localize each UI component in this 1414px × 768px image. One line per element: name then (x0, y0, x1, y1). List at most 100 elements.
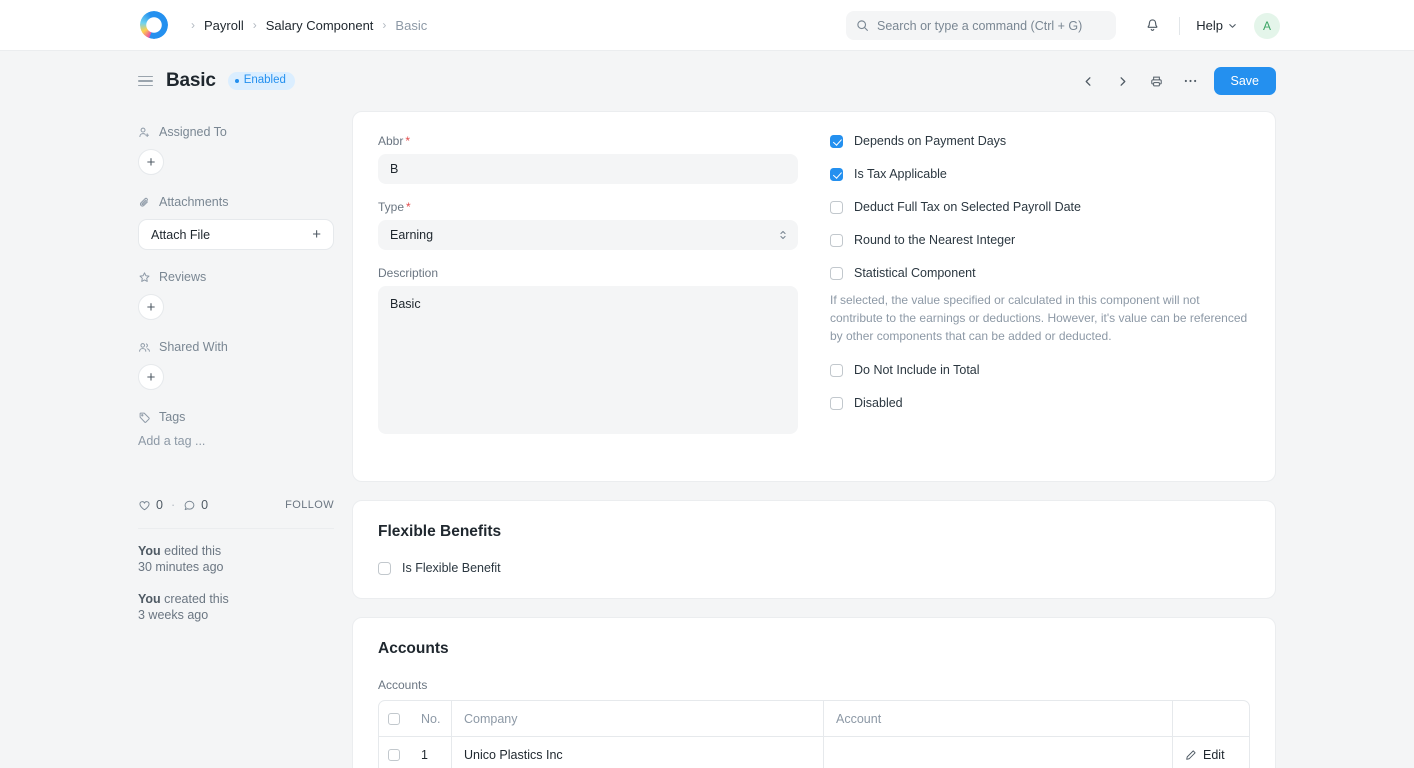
checkbox-input[interactable] (830, 135, 843, 148)
page-body: Assigned To + Attachments Attach File + (0, 111, 1414, 768)
row-select-cell[interactable] (379, 737, 409, 768)
breadcrumb-item-basic: Basic (395, 18, 427, 33)
breadcrumb-separator: › (382, 18, 386, 32)
checkbox-input[interactable] (830, 397, 843, 410)
tags-heading: Tags (138, 410, 334, 424)
details-card: Abbr* Type* (352, 111, 1276, 482)
attachments-label: Attachments (159, 195, 228, 209)
page-header: Basic Enabled (0, 51, 1414, 111)
plus-icon: + (312, 226, 321, 243)
checkbox-deduct-full-tax-on-selected-payroll-date[interactable]: Deduct Full Tax on Selected Payroll Date (830, 200, 1250, 215)
description-field: Description Basic (378, 266, 798, 439)
type-label-text: Type (378, 200, 404, 214)
notifications-button[interactable] (1137, 11, 1167, 41)
shared-with-label: Shared With (159, 340, 228, 354)
description-label: Description (378, 266, 798, 280)
cell-account[interactable] (823, 737, 1172, 768)
checkbox-round-to-the-nearest-integer[interactable]: Round to the Nearest Integer (830, 233, 1250, 248)
cell-company[interactable]: Unico Plastics Inc (451, 737, 823, 768)
column-header-account: Account (823, 701, 1172, 736)
add-review-button[interactable]: + (138, 294, 164, 320)
comment-count: 0 (201, 498, 208, 512)
search-bar[interactable] (846, 11, 1116, 40)
add-tag-input[interactable]: Add a tag ... (138, 434, 334, 448)
checkbox-input[interactable] (830, 267, 843, 280)
breadcrumb-separator: › (253, 18, 257, 32)
chevron-down-icon (1228, 21, 1237, 30)
activity-action: created this (161, 592, 229, 606)
navbar-right-actions: Help A (1137, 0, 1280, 51)
abbr-input[interactable] (378, 154, 798, 184)
checkbox-input[interactable] (830, 364, 843, 377)
checkbox-input[interactable] (830, 168, 843, 181)
select-all-cell[interactable] (379, 701, 409, 736)
pencil-icon (1185, 749, 1197, 761)
checkbox-is-tax-applicable[interactable]: Is Tax Applicable (830, 167, 1250, 182)
next-document-button[interactable] (1109, 67, 1137, 95)
app-logo[interactable] (140, 11, 168, 39)
type-select[interactable] (378, 220, 798, 250)
heart-icon (138, 499, 151, 512)
tags-label: Tags (159, 410, 185, 424)
details-right-column: Depends on Payment Days Is Tax Applicabl… (830, 134, 1250, 455)
row-checkbox[interactable] (388, 749, 400, 761)
edit-row-button[interactable]: Edit (1172, 737, 1249, 768)
users-icon (138, 341, 151, 354)
checkbox-do-not-include-in-total[interactable]: Do Not Include in Total (830, 363, 1250, 378)
sidebar-divider (138, 528, 334, 529)
attach-file-label: Attach File (151, 228, 210, 242)
checkbox-is-flexible-benefit[interactable]: Is Flexible Benefit (378, 561, 1250, 576)
add-share-button[interactable]: + (138, 364, 164, 390)
follow-button[interactable]: FOLLOW (285, 499, 334, 511)
breadcrumb-item-salary-component[interactable]: Salary Component (266, 18, 374, 33)
activity-time: 30 minutes ago (138, 560, 223, 574)
accounts-card: Accounts Accounts No. Company Account (352, 617, 1276, 768)
reviews-heading: Reviews (138, 270, 334, 284)
help-menu-button[interactable]: Help (1192, 14, 1241, 37)
shared-with-section: Shared With + (138, 340, 334, 390)
checkbox-label: Depends on Payment Days (854, 134, 1006, 149)
like-button[interactable]: 0 (138, 498, 163, 512)
checkbox-statistical-component[interactable]: Statistical Component (830, 266, 1250, 281)
print-button[interactable] (1143, 67, 1171, 95)
chevron-right-icon (1117, 76, 1128, 87)
attach-file-button[interactable]: Attach File + (138, 219, 334, 250)
add-assignment-button[interactable]: + (138, 149, 164, 175)
paperclip-icon (138, 196, 151, 209)
required-marker: * (405, 134, 410, 148)
previous-document-button[interactable] (1075, 67, 1103, 95)
accounts-grid: No. Company Account 1 Unico Plastics Inc (378, 700, 1250, 768)
select-all-checkbox[interactable] (388, 713, 400, 725)
page-title: Basic (166, 70, 216, 92)
activity-created: You created this 3 weeks ago (138, 591, 334, 623)
document-sidebar: Assigned To + Attachments Attach File + (138, 111, 334, 768)
comment-button[interactable]: 0 (183, 498, 208, 512)
assigned-to-heading: Assigned To (138, 125, 334, 139)
avatar[interactable]: A (1254, 13, 1280, 39)
edit-label: Edit (1203, 748, 1225, 762)
checkbox-input[interactable] (378, 562, 391, 575)
flexible-benefits-card: Flexible Benefits Is Flexible Benefit (352, 500, 1276, 599)
more-options-button[interactable] (1177, 67, 1205, 95)
checkbox-input[interactable] (830, 201, 843, 214)
cell-no: 1 (409, 737, 451, 768)
star-icon (138, 271, 151, 284)
tag-icon (138, 411, 151, 424)
frappe-logo-icon (140, 11, 168, 39)
checkbox-input[interactable] (830, 234, 843, 247)
chevron-left-icon (1083, 76, 1094, 87)
status-dot-icon (235, 79, 239, 83)
status-badge: Enabled (228, 72, 295, 90)
bell-icon (1145, 18, 1160, 33)
accounts-grid-label: Accounts (378, 678, 1250, 692)
checkbox-depends-on-payment-days[interactable]: Depends on Payment Days (830, 134, 1250, 149)
save-button[interactable]: Save (1214, 67, 1277, 95)
sidebar-toggle-icon[interactable] (138, 76, 153, 87)
search-input[interactable] (877, 19, 1106, 33)
social-row: 0 · 0 FOLLOW (138, 498, 334, 512)
breadcrumb-item-payroll[interactable]: Payroll (204, 18, 244, 33)
description-textarea[interactable]: Basic (378, 286, 798, 434)
shared-with-heading: Shared With (138, 340, 334, 354)
table-row[interactable]: 1 Unico Plastics Inc Edit (379, 737, 1249, 768)
checkbox-disabled[interactable]: Disabled (830, 396, 1250, 411)
